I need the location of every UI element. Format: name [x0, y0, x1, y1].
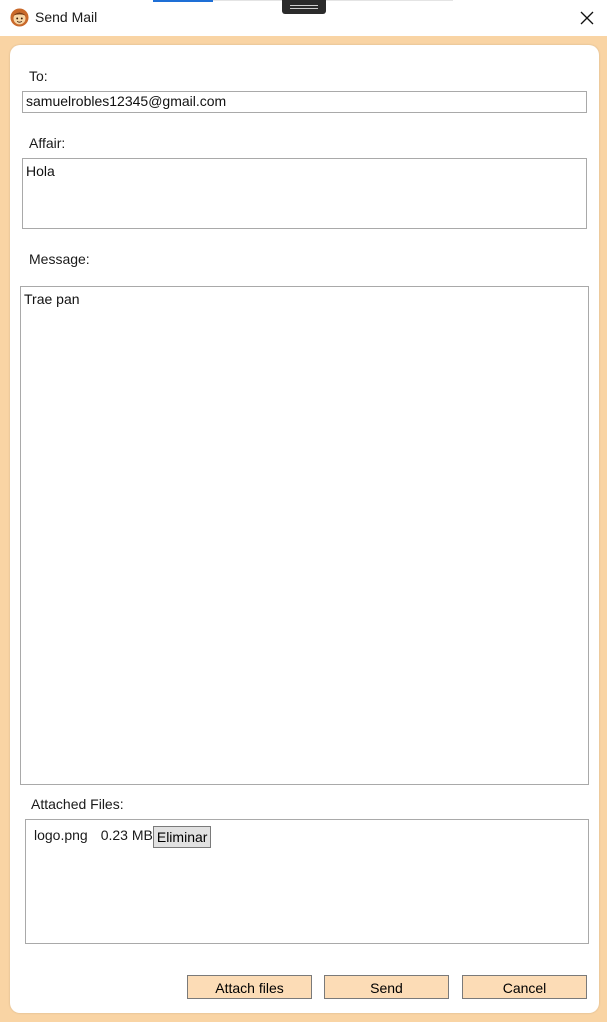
attachment-name: logo.png	[34, 827, 88, 843]
message-label: Message:	[29, 251, 90, 267]
attached-files-label: Attached Files:	[31, 796, 124, 812]
send-mail-window: Send Mail To: samuelrobles12345@gmail.co…	[0, 0, 607, 1022]
message-textarea[interactable]: Trae pan	[20, 286, 589, 785]
bread-mascot-icon	[10, 8, 29, 27]
window-title: Send Mail	[35, 9, 98, 25]
send-button[interactable]: Send	[324, 975, 449, 999]
top-divider-line	[213, 0, 453, 1]
to-input[interactable]: samuelrobles12345@gmail.com	[22, 91, 587, 113]
attachment-size: 0.23 MB	[100, 827, 153, 843]
attach-files-button[interactable]: Attach files	[187, 975, 312, 999]
cancel-button[interactable]: Cancel	[462, 975, 587, 999]
close-icon	[580, 11, 594, 25]
affair-label: Affair:	[29, 135, 66, 151]
affair-input[interactable]: Hola	[22, 158, 587, 229]
close-button[interactable]	[570, 4, 604, 32]
top-accent-line	[153, 0, 213, 2]
remove-attachment-button[interactable]: Eliminar	[152, 826, 212, 848]
title-bar[interactable]: Send Mail	[0, 0, 607, 36]
drag-handle[interactable]	[282, 0, 326, 14]
attachment-item: logo.png 0.23 MB Eliminar	[34, 826, 212, 848]
to-label: To:	[29, 68, 48, 84]
